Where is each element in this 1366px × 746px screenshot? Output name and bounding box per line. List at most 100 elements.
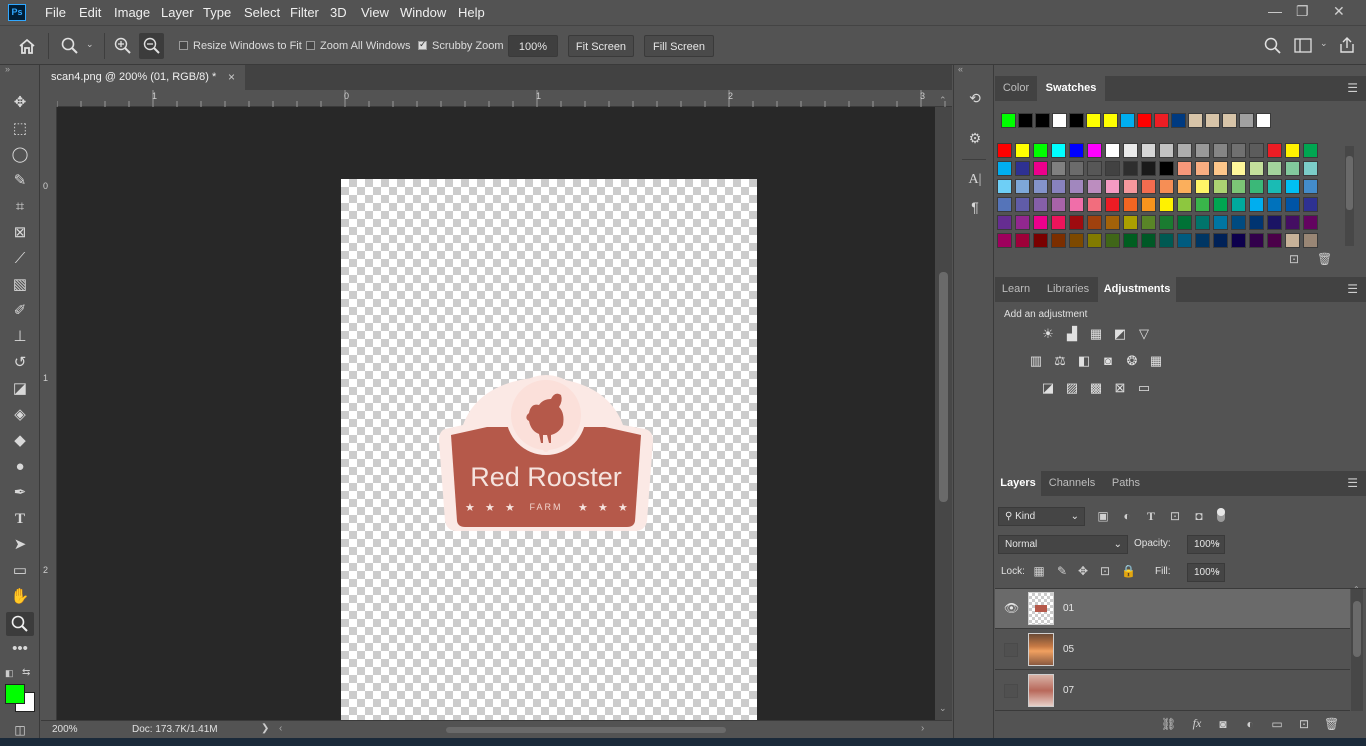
recent-swatch[interactable]: [1171, 113, 1186, 128]
tab-paths[interactable]: Paths: [1103, 471, 1149, 496]
lock-all-icon[interactable]: 🔒: [1121, 564, 1136, 578]
swatch[interactable]: [1159, 143, 1174, 158]
zoom-in-icon[interactable]: [114, 37, 132, 55]
swatch[interactable]: [1303, 197, 1318, 212]
frame-tool-icon[interactable]: ⊠: [10, 223, 30, 243]
swatch[interactable]: [1213, 215, 1228, 230]
swatch[interactable]: [1069, 143, 1084, 158]
scroll-down-icon[interactable]: ⌄: [939, 703, 947, 714]
scroll-right-icon[interactable]: ›: [921, 723, 924, 734]
vertical-scrollbar[interactable]: ⌃ ⌄: [935, 95, 952, 720]
swatch[interactable]: [1249, 143, 1264, 158]
vertical-ruler[interactable]: 0 1 2: [41, 107, 57, 720]
recent-swatch[interactable]: [1256, 113, 1271, 128]
swatch[interactable]: [1213, 197, 1228, 212]
threshold-icon[interactable]: ▩: [1088, 380, 1104, 396]
swatch[interactable]: [1123, 233, 1138, 248]
menu-file[interactable]: File: [45, 5, 66, 20]
swatch[interactable]: [1303, 215, 1318, 230]
swatch[interactable]: [1231, 215, 1246, 230]
swatch[interactable]: [1267, 215, 1282, 230]
swatch[interactable]: [1105, 179, 1120, 194]
curves-icon[interactable]: ▦: [1088, 326, 1104, 342]
swatch[interactable]: [1015, 215, 1030, 230]
swatch[interactable]: [1051, 197, 1066, 212]
swatch[interactable]: [1303, 233, 1318, 248]
swatch[interactable]: [1195, 233, 1210, 248]
menu-edit[interactable]: Edit: [79, 5, 101, 20]
swatch[interactable]: [1015, 161, 1030, 176]
swatch[interactable]: [997, 161, 1012, 176]
swatch[interactable]: [1213, 179, 1228, 194]
move-tool-icon[interactable]: ✥: [10, 93, 30, 113]
tab-color[interactable]: Color: [995, 76, 1037, 101]
minimize-button[interactable]: —: [1268, 3, 1282, 19]
zoom-tool-button[interactable]: [6, 612, 34, 636]
swatch[interactable]: [1213, 233, 1228, 248]
swatch[interactable]: [1015, 179, 1030, 194]
tab-libraries[interactable]: Libraries: [1039, 277, 1097, 302]
swatch[interactable]: [997, 179, 1012, 194]
swatch[interactable]: [1015, 143, 1030, 158]
collapse-icon[interactable]: «: [958, 64, 963, 74]
tab-layers[interactable]: Layers: [995, 471, 1041, 496]
horizontal-scrollbar-thumb[interactable]: [446, 727, 726, 733]
foreground-color-swatch[interactable]: [5, 684, 25, 704]
recent-swatch[interactable]: [1188, 113, 1203, 128]
workspace-icon[interactable]: [1294, 38, 1312, 53]
collapse-icon[interactable]: »: [5, 64, 10, 74]
horizontal-ruler[interactable]: 1 0 1 2 3: [57, 90, 952, 107]
swatch[interactable]: [1123, 215, 1138, 230]
swatch[interactable]: [1195, 161, 1210, 176]
panel-menu-icon[interactable]: ☰: [1347, 282, 1358, 296]
swatch[interactable]: [1141, 197, 1156, 212]
quick-mask-icon[interactable]: ◫: [10, 720, 30, 740]
black-white-icon[interactable]: ◧: [1076, 353, 1092, 369]
menu-select[interactable]: Select: [244, 5, 280, 20]
swatch[interactable]: [1141, 233, 1156, 248]
swatch[interactable]: [1069, 197, 1084, 212]
brush-tool-icon[interactable]: ✐: [10, 301, 30, 321]
swatch[interactable]: [1123, 143, 1138, 158]
menu-type[interactable]: Type: [203, 5, 231, 20]
eraser-tool-icon[interactable]: ◪: [10, 379, 30, 399]
blur-tool-icon[interactable]: ◆: [10, 431, 30, 451]
swatch[interactable]: [1231, 233, 1246, 248]
swatch[interactable]: [1195, 197, 1210, 212]
swatch[interactable]: [1267, 179, 1282, 194]
healing-brush-tool-icon[interactable]: ▧: [10, 275, 30, 295]
eye-icon[interactable]: 👁: [1004, 601, 1019, 615]
swatch[interactable]: [1285, 197, 1300, 212]
swatch[interactable]: [1087, 143, 1102, 158]
swatch[interactable]: [1069, 233, 1084, 248]
swatch[interactable]: [1195, 179, 1210, 194]
history-brush-tool-icon[interactable]: ↺: [10, 353, 30, 373]
swatch[interactable]: [1303, 161, 1318, 176]
swatch[interactable]: [1033, 197, 1048, 212]
swatch[interactable]: [1177, 233, 1192, 248]
recent-swatch[interactable]: [1035, 113, 1050, 128]
menu-window[interactable]: Window: [400, 5, 446, 20]
exposure-icon[interactable]: ◩: [1112, 326, 1128, 342]
channel-mixer-icon[interactable]: ❂: [1124, 353, 1140, 369]
swatch[interactable]: [1051, 233, 1066, 248]
status-menu-arrow[interactable]: ❯: [261, 723, 269, 734]
chevron-down-icon[interactable]: ⌄: [1214, 565, 1222, 576]
swatch[interactable]: [1231, 197, 1246, 212]
swatch[interactable]: [1033, 179, 1048, 194]
swatch[interactable]: [1249, 179, 1264, 194]
visibility-toggle[interactable]: [1004, 684, 1018, 698]
filter-adjustment-icon[interactable]: ◐: [1120, 509, 1134, 523]
swatch[interactable]: [1105, 143, 1120, 158]
lasso-tool-icon[interactable]: ◯: [10, 145, 30, 165]
swatch[interactable]: [1033, 233, 1048, 248]
swatch[interactable]: [1249, 233, 1264, 248]
swatch[interactable]: [1087, 233, 1102, 248]
new-layer-icon[interactable]: ⊡: [1297, 717, 1311, 731]
recent-swatch[interactable]: [1239, 113, 1254, 128]
recent-swatch[interactable]: [1222, 113, 1237, 128]
color-balance-icon[interactable]: ⚖: [1052, 353, 1068, 369]
trash-icon[interactable]: 🗑: [1324, 717, 1339, 731]
history-panel-icon[interactable]: ⟲: [966, 89, 984, 107]
ruler-origin[interactable]: [41, 90, 57, 107]
